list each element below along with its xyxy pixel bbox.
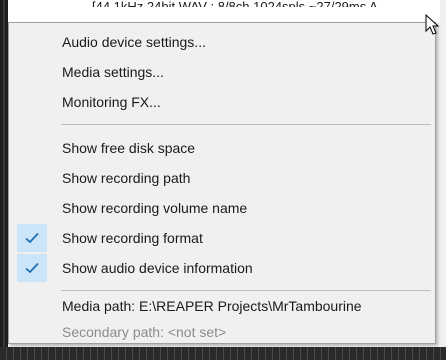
- timeline-ruler: [0, 347, 446, 360]
- menu-item-show-audio-device-information[interactable]: Show audio device information: [9, 253, 435, 283]
- menu-item-label: Media settings...: [62, 64, 164, 80]
- menu-item-audio-device-settings[interactable]: Audio device settings...: [9, 27, 435, 57]
- menu-item-label: Audio device settings...: [62, 34, 206, 50]
- check-icon: [17, 224, 47, 252]
- menu-item-label: Show recording volume name: [62, 200, 248, 216]
- menu-item-label: Show recording format: [62, 230, 203, 246]
- left-frame: [0, 0, 8, 360]
- mouse-cursor-icon: [425, 13, 441, 36]
- right-edge: [440, 0, 446, 360]
- menu-item-show-recording-format[interactable]: Show recording format: [9, 223, 435, 253]
- recording-status-text: [44.1kHz 24bit WAV : 8/8ch 1024spls ~27/…: [92, 0, 378, 14]
- check-icon: [17, 254, 47, 282]
- status-strip: [44.1kHz 24bit WAV : 8/8ch 1024spls ~27/…: [0, 0, 446, 22]
- menu-item-secondary-path: Secondary path: <not set>: [9, 317, 435, 347]
- context-menu: Audio device settings... Media settings.…: [8, 22, 436, 344]
- menu-item-show-free-disk-space[interactable]: Show free disk space: [9, 133, 435, 163]
- menu-item-show-recording-path[interactable]: Show recording path: [9, 163, 435, 193]
- menu-item-media-settings[interactable]: Media settings...: [9, 57, 435, 87]
- menu-item-label: Show free disk space: [62, 140, 196, 156]
- menu-item-label: Show audio device information: [62, 260, 253, 276]
- menu-separator: [61, 124, 431, 125]
- menu-item-label: Monitoring FX...: [62, 94, 161, 110]
- menu-item-label: Show recording path: [62, 170, 191, 186]
- menu-item-show-recording-volume-name[interactable]: Show recording volume name: [9, 193, 435, 223]
- reaper-window: [44.1kHz 24bit WAV : 8/8ch 1024spls ~27/…: [0, 0, 446, 360]
- menu-item-label: Secondary path: <not set>: [62, 324, 227, 340]
- menu-item-monitoring-fx[interactable]: Monitoring FX...: [9, 87, 435, 117]
